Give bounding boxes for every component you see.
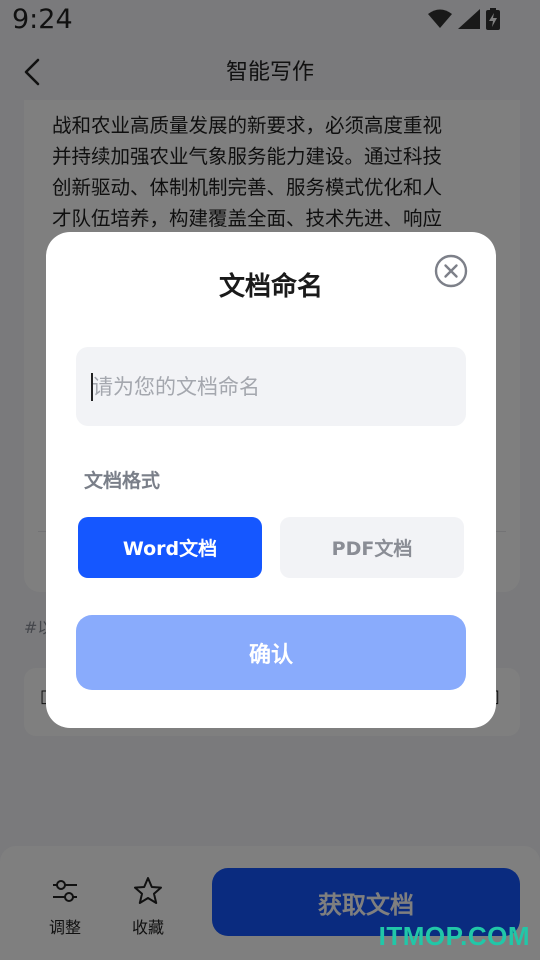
close-icon[interactable] bbox=[434, 254, 468, 288]
dialog-title: 文档命名 bbox=[218, 272, 323, 302]
watermark: ITMOP.COM bbox=[378, 921, 530, 951]
rename-dialog: 文档命名 文档格式 Word文档 PDF文档 确认 bbox=[46, 232, 496, 728]
confirm-button[interactable]: 确认 bbox=[76, 615, 466, 690]
text-caret bbox=[91, 373, 93, 401]
document-name-input[interactable] bbox=[76, 347, 466, 426]
format-word-button[interactable]: Word文档 bbox=[78, 517, 262, 578]
format-pdf-button[interactable]: PDF文档 bbox=[280, 517, 464, 578]
format-label: 文档格式 bbox=[84, 470, 161, 492]
